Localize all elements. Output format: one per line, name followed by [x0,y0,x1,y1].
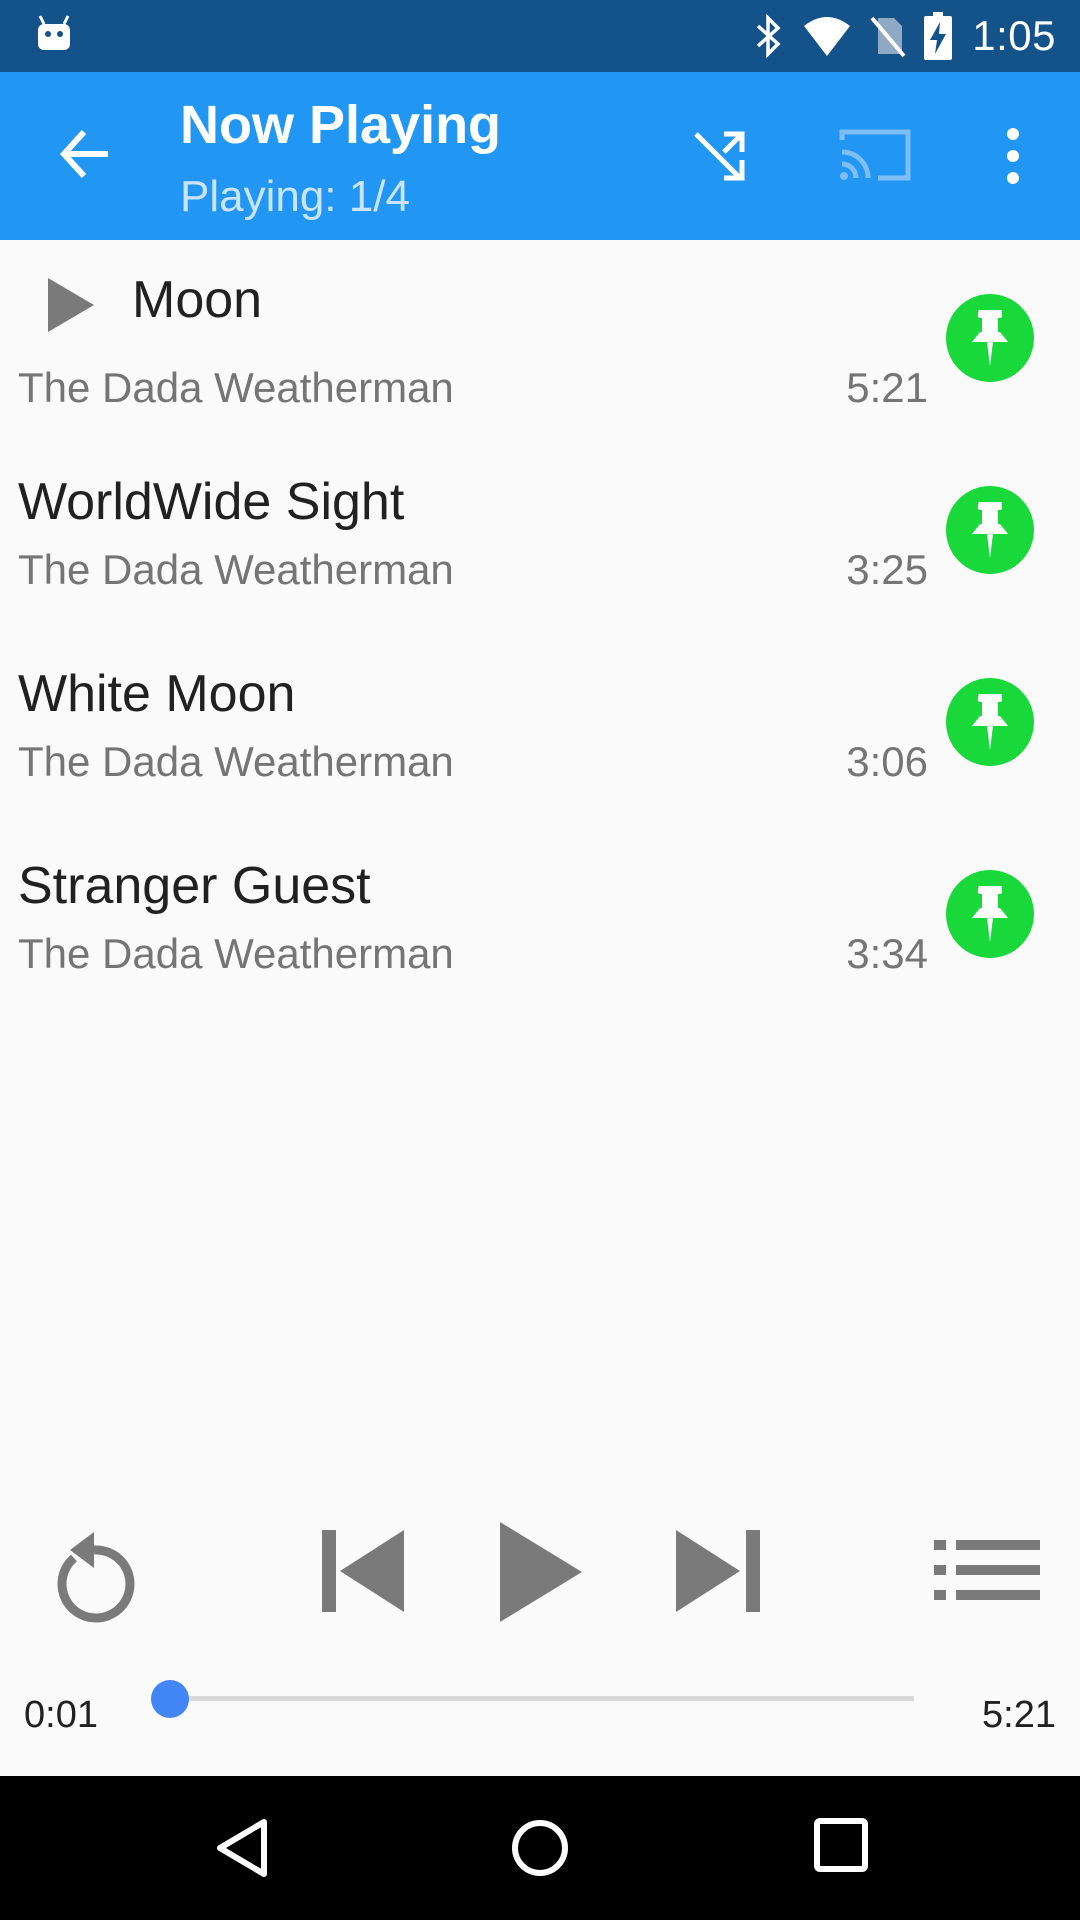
home-nav-icon[interactable] [510,1818,570,1878]
page-subtitle: Playing: 1/4 [180,172,410,221]
wifi-icon [804,17,851,56]
status-bar: 1:05 [0,0,1080,72]
pin-icon [972,310,1008,366]
elapsed-time: 0:01 [24,1694,98,1736]
list-item[interactable]: Moon The Dada Weatherman 5:21 [0,240,1080,432]
shuffle-icon[interactable] [690,126,750,186]
track-title: WorldWide Sight [18,473,405,531]
skip-next-icon[interactable] [676,1530,760,1612]
track-artist: The Dada Weatherman [18,546,454,593]
repeat-icon[interactable] [48,1520,138,1628]
recents-nav-icon[interactable] [814,1818,868,1872]
track-title: Stranger Guest [18,857,371,915]
track-artist: The Dada Weatherman [18,364,454,411]
playback-controls [0,1500,1080,1650]
list-item[interactable]: Stranger Guest The Dada Weatherman 3:34 [0,816,1080,1008]
seek-thumb[interactable] [151,1680,190,1718]
more-vert-icon[interactable] [998,126,1028,186]
pin-button[interactable] [946,486,1034,574]
track-title: Moon [132,271,263,329]
page-title: Now Playing [180,95,502,155]
pin-icon [972,886,1008,942]
pin-icon [972,694,1008,750]
status-time: 1:05 [972,12,1056,59]
track-duration: 3:34 [846,930,928,977]
cast-icon[interactable] [838,124,912,184]
track-artist: The Dada Weatherman [18,930,454,977]
seek-track[interactable] [168,1696,914,1701]
app-bar: Now Playing Playing: 1/4 [0,72,1080,240]
seek-row: 0:01 5:21 [0,1660,1080,1760]
back-nav-icon[interactable] [214,1818,270,1878]
track-duration: 5:21 [846,364,928,411]
total-time: 5:21 [982,1694,1056,1736]
track-title: White Moon [18,665,296,723]
battery-charging-icon [924,12,953,60]
now-playing-icon [48,278,94,332]
list-item[interactable]: WorldWide Sight The Dada Weatherman 3:25 [0,432,1080,624]
skip-previous-icon[interactable] [322,1530,406,1612]
track-duration: 3:06 [846,738,928,785]
pin-button[interactable] [946,678,1034,766]
pin-button[interactable] [946,870,1034,958]
pin-button[interactable] [946,294,1034,382]
back-arrow-icon[interactable] [56,124,116,184]
android-debug-icon [38,15,70,50]
track-artist: The Dada Weatherman [18,738,454,785]
pin-icon [972,502,1008,558]
play-icon[interactable] [500,1522,582,1622]
queue-list-icon[interactable] [934,1540,1040,1600]
no-sim-icon [870,16,906,58]
nav-bar [0,1776,1080,1920]
list-item[interactable]: White Moon The Dada Weatherman 3:06 [0,624,1080,816]
bluetooth-icon [757,14,781,58]
track-duration: 3:25 [846,546,928,593]
